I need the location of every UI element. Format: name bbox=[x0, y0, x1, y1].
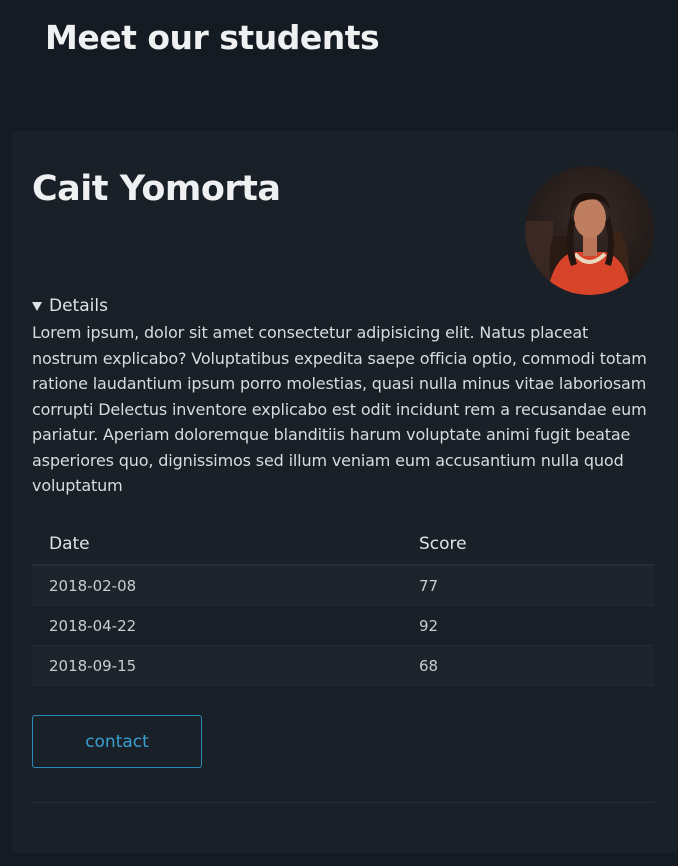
divider bbox=[32, 802, 654, 803]
avatar bbox=[525, 166, 654, 295]
table-row: 2018-09-15 68 bbox=[32, 645, 654, 686]
student-name: Cait Yomorta bbox=[32, 169, 281, 209]
caret-down-icon bbox=[32, 302, 42, 311]
column-header-date: Date bbox=[32, 524, 402, 566]
date-cell: 2018-02-08 bbox=[32, 565, 402, 606]
column-header-score: Score bbox=[402, 524, 654, 566]
contact-button[interactable]: contact bbox=[32, 715, 202, 768]
details-label: Details bbox=[49, 296, 108, 316]
details-disclosure: Details Lorem ipsum, dolor sit amet cons… bbox=[32, 294, 657, 499]
score-cell: 68 bbox=[402, 645, 654, 686]
table-header-row: Date Score bbox=[32, 524, 654, 566]
details-toggle[interactable]: Details bbox=[32, 294, 657, 318]
page-title: Meet our students bbox=[45, 18, 380, 57]
date-cell: 2018-09-15 bbox=[32, 645, 402, 686]
date-cell: 2018-04-22 bbox=[32, 605, 402, 646]
details-text: Lorem ipsum, dolor sit amet consectetur … bbox=[32, 323, 647, 495]
table-row: 2018-04-22 92 bbox=[32, 605, 654, 646]
table-row: 2018-02-08 77 bbox=[32, 565, 654, 606]
score-cell: 92 bbox=[402, 605, 654, 646]
student-card: Cait Yomorta Details Lorem ipsum, dolor … bbox=[12, 131, 678, 853]
scores-table: Date Score 2018-02-08 77 2018-04-22 92 2… bbox=[32, 524, 654, 686]
student-photo-icon bbox=[525, 166, 654, 295]
score-cell: 77 bbox=[402, 565, 654, 606]
